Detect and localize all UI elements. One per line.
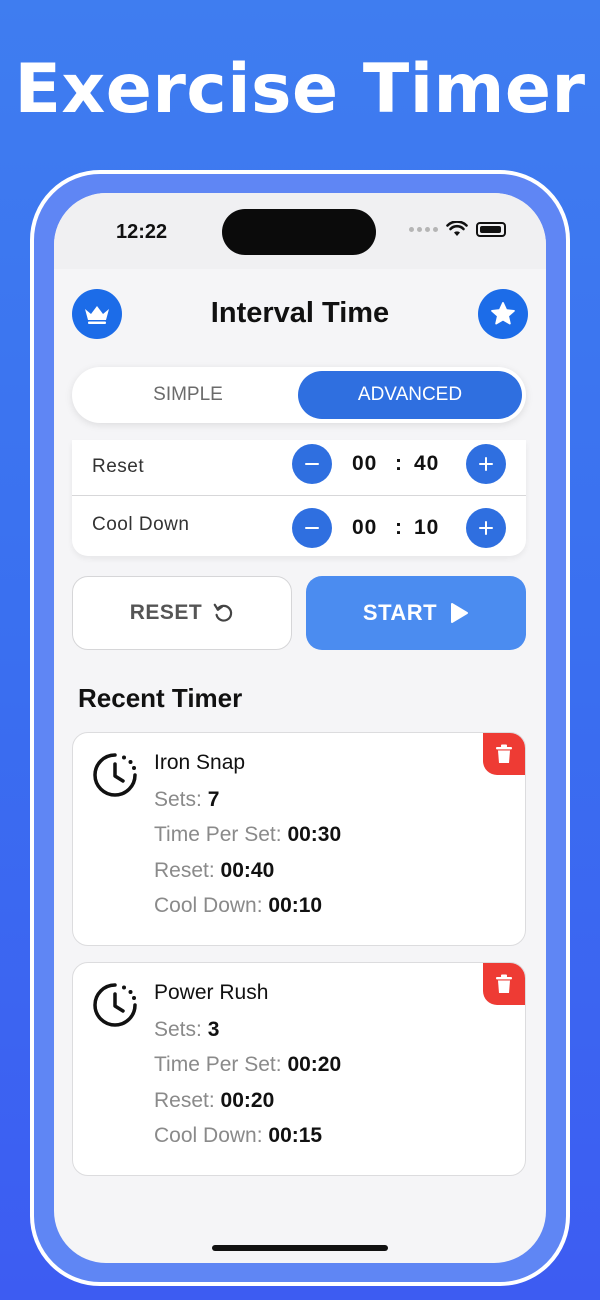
recent-timer-title: Recent Timer xyxy=(78,683,243,713)
page-title: Interval Time xyxy=(210,297,390,329)
reset-button[interactable]: RESET xyxy=(72,576,292,650)
timer-cool-down: Cool Down: 00:10 xyxy=(154,894,323,917)
recent-timer-card[interactable]: Iron Snap Sets: 7 Time Per Set: 00:30 Re… xyxy=(72,732,526,946)
timer-name: Iron Snap xyxy=(154,751,246,774)
recent-timer-card[interactable]: Power Rush Sets: 3 Time Per Set: 00:20 R… xyxy=(72,962,526,1176)
cool-down-setting-row: Cool Down 00 : 10 xyxy=(72,498,526,554)
timer-time-per-set: Time Per Set: 00:20 xyxy=(154,1053,342,1076)
home-indicator xyxy=(212,1245,388,1251)
status-time: 12:22 xyxy=(116,221,168,243)
trash-icon xyxy=(496,744,512,763)
play-icon xyxy=(451,603,469,623)
clock-icon xyxy=(93,983,137,1027)
battery-icon xyxy=(476,221,506,237)
favorites-button[interactable] xyxy=(478,289,528,339)
plus-icon xyxy=(479,521,493,535)
start-button-label: START xyxy=(362,600,438,625)
status-icons xyxy=(409,221,506,237)
cool-down-seconds: 10 xyxy=(414,516,440,539)
minus-icon xyxy=(305,463,319,465)
signal-icon xyxy=(409,226,438,232)
wifi-icon xyxy=(446,221,468,236)
reset-decrease-button[interactable] xyxy=(292,444,332,484)
refresh-icon xyxy=(213,603,233,622)
reset-increase-button[interactable] xyxy=(466,444,506,484)
reset-button-label: RESET xyxy=(129,601,203,624)
plus-icon xyxy=(479,457,493,471)
tab-advanced[interactable]: ADVANCED xyxy=(298,371,522,419)
start-button[interactable]: START xyxy=(306,576,526,650)
timer-cool-down: Cool Down: 00:15 xyxy=(154,1124,323,1147)
delete-timer-button[interactable] xyxy=(483,733,525,775)
dynamic-island xyxy=(222,209,376,255)
time-separator: : xyxy=(395,516,403,539)
timer-sets: Sets: 3 xyxy=(154,1018,220,1041)
mode-toggle: SIMPLE ADVANCED xyxy=(72,367,526,423)
status-bar: 12:22 xyxy=(54,193,546,269)
reset-seconds: 40 xyxy=(414,452,440,475)
app-header: Interval Time xyxy=(54,289,546,339)
reset-minutes: 00 xyxy=(352,452,378,475)
app-screen: 12:22 Interval Time SIMPLE ADVANCED Rese… xyxy=(54,193,546,1263)
time-separator: : xyxy=(395,452,403,475)
cool-down-decrease-button[interactable] xyxy=(292,508,332,548)
setting-label: Cool Down xyxy=(92,514,190,535)
timer-reset: Reset: 00:40 xyxy=(154,859,275,882)
minus-icon xyxy=(305,527,319,529)
setting-label: Reset xyxy=(92,456,145,477)
tab-simple[interactable]: SIMPLE xyxy=(76,371,300,419)
trash-icon xyxy=(496,974,512,993)
settings-card: Reset 00 : 40 Cool Down 00 : 10 xyxy=(72,440,526,556)
timer-reset: Reset: 00:20 xyxy=(154,1089,275,1112)
cool-down-increase-button[interactable] xyxy=(466,508,506,548)
timer-sets: Sets: 7 xyxy=(154,788,220,811)
clock-icon xyxy=(93,753,137,797)
star-icon xyxy=(491,302,515,325)
timer-name: Power Rush xyxy=(154,981,269,1004)
reset-setting-row: Reset 00 : 40 xyxy=(72,440,526,496)
timer-time-per-set: Time Per Set: 00:30 xyxy=(154,823,342,846)
hero-title: Exercise Timer xyxy=(14,50,586,129)
delete-timer-button[interactable] xyxy=(483,963,525,1005)
cool-down-minutes: 00 xyxy=(352,516,378,539)
